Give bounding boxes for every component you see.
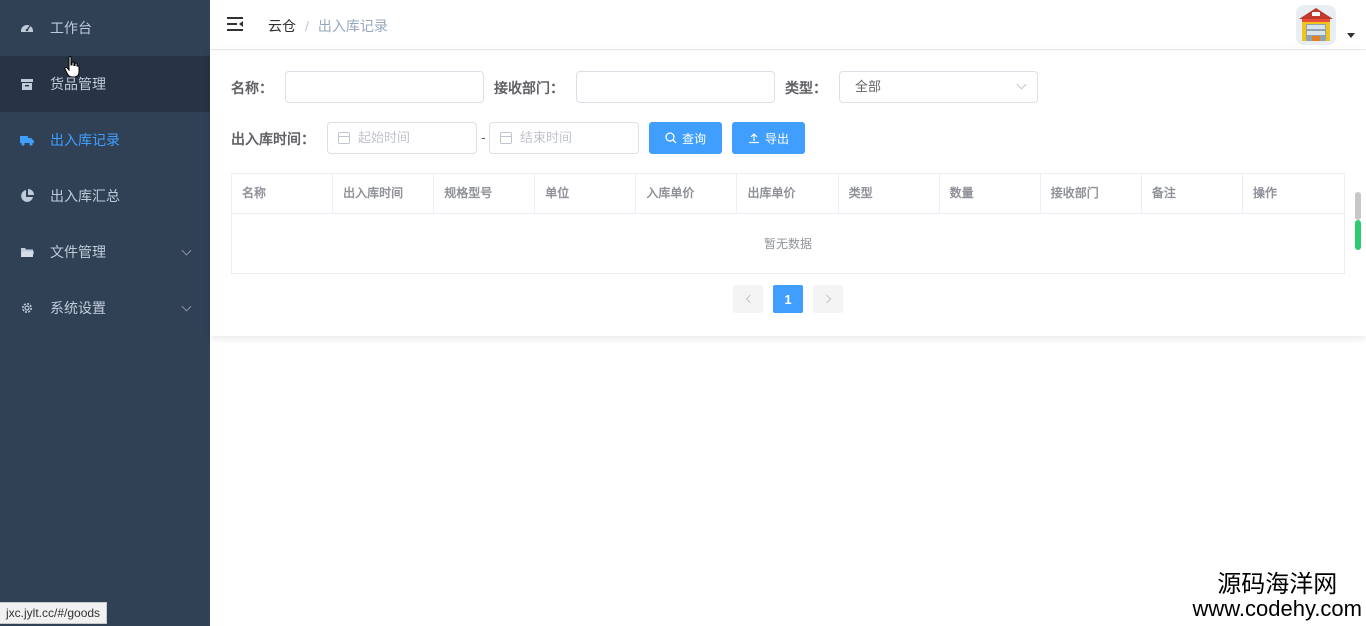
table-header: 名称 出入库时间 规格型号 单位 入库单价 出库单价 类型 数量 接收部门 备注… xyxy=(232,174,1344,214)
scrollbar[interactable] xyxy=(1355,192,1361,252)
calendar-icon xyxy=(338,132,350,144)
collapse-menu-icon[interactable] xyxy=(227,16,245,32)
avatar[interactable] xyxy=(1296,5,1336,45)
sidebar-item-goods[interactable]: 货品管理 xyxy=(0,56,210,112)
type-select-value: 全部 xyxy=(855,79,882,94)
search-button[interactable]: 查询 xyxy=(649,122,722,154)
name-label: 名称： xyxy=(231,80,273,96)
type-label: 类型： xyxy=(785,80,827,96)
search-button-label: 查询 xyxy=(681,131,706,146)
table-header-cell: 出入库时间 xyxy=(333,174,435,213)
calendar-icon xyxy=(500,132,512,144)
sidebar-item-settings[interactable]: 系统设置 xyxy=(0,280,210,336)
end-time-placeholder: 结束时间 xyxy=(520,130,573,145)
sidebar: 工作台 货品管理 出入库记录 出入库汇总 文件管理 系统设置 xyxy=(0,0,210,626)
sidebar-item-files[interactable]: 文件管理 xyxy=(0,224,210,280)
sidebar-item-label: 工作台 xyxy=(50,20,92,36)
dept-input[interactable] xyxy=(576,71,775,103)
table-header-cell: 数量 xyxy=(940,174,1041,213)
type-select[interactable]: 全部 xyxy=(839,71,1038,103)
table-header-cell: 类型 xyxy=(839,174,940,213)
table-header-cell: 接收部门 xyxy=(1041,174,1142,213)
table-header-cell: 备注 xyxy=(1142,174,1243,213)
name-input[interactable] xyxy=(285,71,484,103)
records-table: 名称 出入库时间 规格型号 单位 入库单价 出库单价 类型 数量 接收部门 备注… xyxy=(231,173,1345,274)
folder-icon xyxy=(20,245,34,259)
sidebar-item-label: 出入库记录 xyxy=(50,132,120,148)
dept-label: 接收部门： xyxy=(494,80,564,96)
watermark-line1: 源码海洋网 xyxy=(1217,569,1338,598)
sidebar-item-label: 系统设置 xyxy=(50,300,106,316)
upload-icon xyxy=(748,132,760,144)
top-navbar: 云仓 / 出入库记录 xyxy=(210,0,1366,50)
breadcrumb-home[interactable]: 云仓 xyxy=(268,16,296,36)
table-header-cell: 单位 xyxy=(535,174,637,213)
truck-icon xyxy=(20,133,34,147)
sidebar-item-label: 出入库汇总 xyxy=(50,188,120,204)
page-number-current[interactable]: 1 xyxy=(773,285,803,313)
mouse-pointer-icon xyxy=(64,56,80,78)
end-time-input[interactable]: 结束时间 xyxy=(489,122,639,154)
table-header-cell: 操作 xyxy=(1252,186,1277,200)
table-header-cell: 出库单价 xyxy=(737,174,839,213)
main-content: 名称： 接收部门： 类型： 全部 出入库时间： 起始时间 - 结束时间 查询 导… xyxy=(210,51,1366,336)
export-button-label: 导出 xyxy=(764,131,789,146)
chevron-down-icon xyxy=(1016,79,1027,90)
export-button[interactable]: 导出 xyxy=(732,122,805,154)
sidebar-item-label: 文件管理 xyxy=(50,244,106,260)
start-time-placeholder: 起始时间 xyxy=(358,130,411,145)
chevron-right-icon xyxy=(822,294,831,304)
gear-icon xyxy=(20,301,34,315)
chevron-left-icon xyxy=(745,294,754,304)
watermark-line2: www.codehy.com xyxy=(1192,595,1362,621)
chevron-down-icon xyxy=(181,301,192,312)
sidebar-item-summary[interactable]: 出入库汇总 xyxy=(0,168,210,224)
status-bar-url: jxc.jylt.cc/#/goods xyxy=(0,602,108,624)
warehouse-avatar-icon xyxy=(1296,5,1336,45)
next-page-button[interactable] xyxy=(813,285,843,313)
sidebar-item-dashboard[interactable]: 工作台 xyxy=(0,0,210,56)
caret-down-icon[interactable] xyxy=(1347,33,1355,38)
archive-icon xyxy=(20,77,34,91)
prev-page-button[interactable] xyxy=(733,285,763,313)
breadcrumb: 云仓 / 出入库记录 xyxy=(268,16,388,36)
sidebar-item-records[interactable]: 出入库记录 xyxy=(0,112,210,168)
table-header-cell: 入库单价 xyxy=(636,174,738,213)
dashboard-icon xyxy=(20,21,34,35)
search-icon xyxy=(665,132,677,144)
scrollbar-thumb[interactable] xyxy=(1355,192,1361,220)
range-separator: - xyxy=(481,129,486,145)
table-header-cell: 规格型号 xyxy=(434,174,536,213)
breadcrumb-current: 出入库记录 xyxy=(317,18,388,34)
start-time-input[interactable]: 起始时间 xyxy=(327,122,477,154)
table-header-cell: 名称 xyxy=(232,174,334,213)
breadcrumb-separator: / xyxy=(305,18,309,34)
time-label: 出入库时间： xyxy=(231,131,315,147)
chevron-down-icon xyxy=(181,245,192,256)
pie-chart-icon xyxy=(20,189,34,203)
watermark: 源码海洋网 www.codehy.com xyxy=(1192,569,1362,621)
table-empty-text: 暂无数据 xyxy=(763,237,812,251)
scrollbar-indicator xyxy=(1355,220,1361,250)
